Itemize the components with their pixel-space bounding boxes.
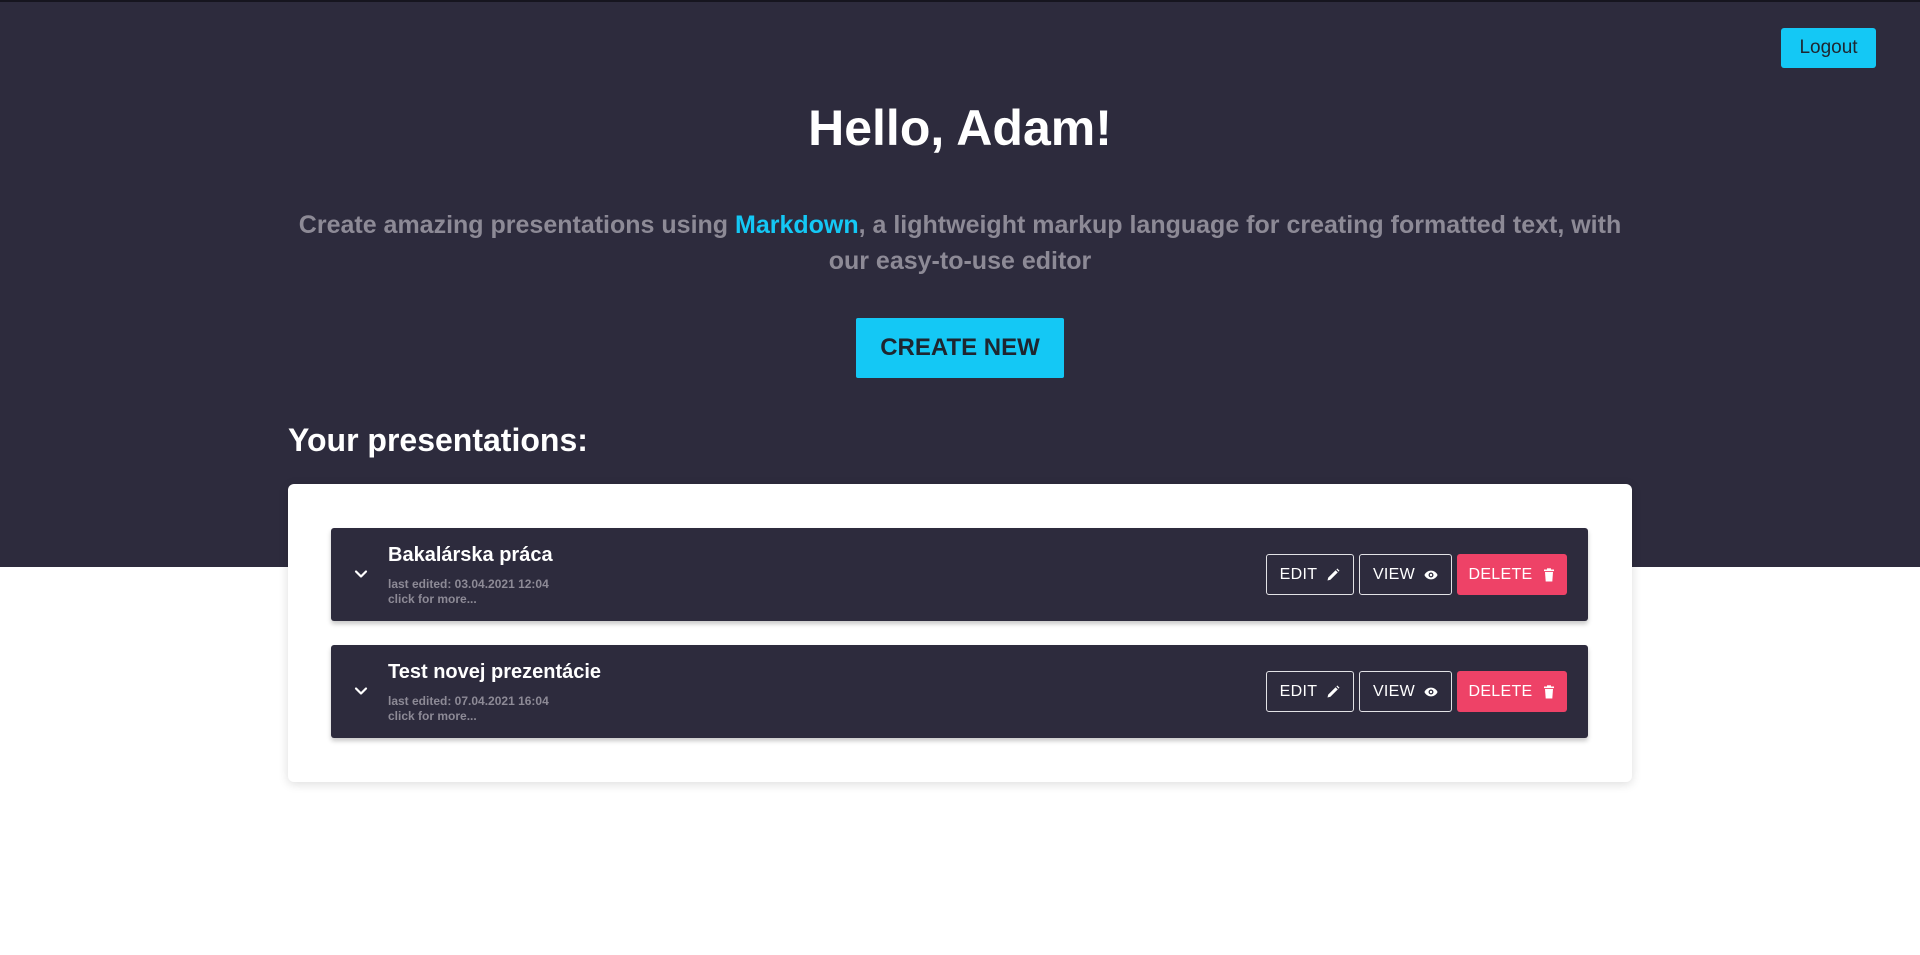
presentation-actions: EDIT VIEW DELETE — [1266, 671, 1567, 712]
pencil-icon — [1327, 568, 1340, 580]
presentation-row[interactable]: Bakalárska práca last edited: 03.04.2021… — [331, 528, 1588, 621]
last-edited-text: last edited: 03.04.2021 12:04 — [388, 577, 549, 591]
edit-button[interactable]: EDIT — [1266, 671, 1354, 712]
delete-button[interactable]: DELETE — [1457, 554, 1567, 595]
eye-icon — [1424, 687, 1438, 696]
delete-button-label: DELETE — [1468, 565, 1533, 583]
chevron-down-icon[interactable] — [353, 683, 369, 699]
edit-button[interactable]: EDIT — [1266, 554, 1354, 595]
presentation-meta: last edited: 07.04.2021 16:04 click for … — [388, 694, 549, 724]
view-button-label: VIEW — [1372, 682, 1416, 700]
create-new-button[interactable]: CREATE NEW — [856, 318, 1064, 378]
trash-icon — [1543, 684, 1554, 698]
presentation-row[interactable]: Test novej prezentácie last edited: 07.0… — [331, 645, 1588, 738]
click-for-more-text: click for more... — [388, 709, 477, 723]
view-button[interactable]: VIEW — [1359, 554, 1452, 595]
view-button-label: VIEW — [1372, 565, 1416, 583]
edit-button-label: EDIT — [1279, 682, 1318, 700]
delete-button-label: DELETE — [1468, 682, 1533, 700]
trash-icon — [1543, 567, 1554, 581]
edit-button-label: EDIT — [1279, 565, 1318, 583]
markdown-link[interactable]: Markdown — [735, 211, 859, 239]
greeting-heading: Hello, Adam! — [808, 100, 1112, 156]
presentation-meta: last edited: 03.04.2021 12:04 click for … — [388, 577, 549, 607]
presentation-actions: EDIT VIEW DELETE — [1266, 554, 1567, 595]
intro-text: Create amazing presentations using Markd… — [288, 207, 1632, 279]
pencil-icon — [1327, 685, 1340, 697]
intro-text-end: , a lightweight markup language for crea… — [828, 211, 1622, 275]
intro-text-start: Create amazing presentations using — [298, 211, 735, 239]
delete-button[interactable]: DELETE — [1457, 671, 1567, 712]
chevron-down-icon[interactable] — [353, 566, 369, 582]
click-for-more-text: click for more... — [388, 592, 477, 606]
presentations-card: Bakalárska práca last edited: 03.04.2021… — [288, 484, 1632, 782]
view-button[interactable]: VIEW — [1359, 671, 1452, 712]
presentations-heading: Your presentations: — [288, 422, 588, 458]
eye-icon — [1424, 570, 1438, 579]
last-edited-text: last edited: 07.04.2021 16:04 — [388, 694, 549, 708]
hero-header: Logout Hello, Adam! Create amazing prese… — [0, 0, 1920, 567]
presentation-title: Bakalárska práca — [388, 544, 553, 566]
logout-button[interactable]: Logout — [1781, 28, 1876, 68]
presentation-title: Test novej prezentácie — [388, 661, 602, 683]
